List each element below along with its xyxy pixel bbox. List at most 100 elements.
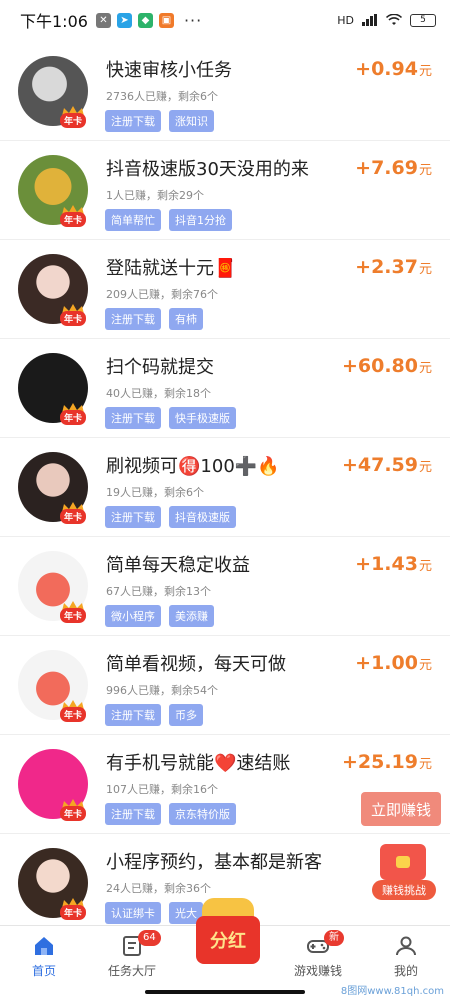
dividend-label: 分红 [196,916,260,964]
task-meta: 67人已赚，剩余13个 [106,585,211,598]
task-meta: 2736人已赚，剩余6个 [106,90,218,103]
annual-card-badge: 年卡 [58,403,88,425]
task-row[interactable]: 年卡 扫个码就提交 40人已赚，剩余18个 注册下载 快手极速版 +60.80元 [0,339,450,438]
task-title: 扫个码就提交 [106,357,214,378]
task-tag: 京东特价版 [169,803,236,825]
task-tags: 微小程序 美添赚 [105,605,214,627]
task-reward: +25.19元 [342,751,432,773]
annual-card-badge: 年卡 [58,601,88,623]
annual-card-badge: 年卡 [58,205,88,227]
reward-amount: +7.69 [355,157,418,179]
tab-games[interactable]: 新 游戏赚钱 [278,930,358,979]
task-tag: 注册下载 [105,110,161,132]
annual-card-badge: 年卡 [58,304,88,326]
badge-label: 年卡 [60,707,86,722]
annual-card-badge: 年卡 [58,898,88,920]
tab-home[interactable]: 首页 [4,934,84,979]
wifi-icon [386,14,402,25]
reward-amount: +2.37 [355,256,418,278]
task-title: 抖音极速版30天没用的来 [106,159,309,180]
status-right: HD 5 [337,13,436,27]
reward-amount: +25.19 [341,751,418,773]
reward-amount: +1.00 [355,652,418,674]
task-reward: +47.59元 [342,454,432,476]
reward-unit: 元 [418,460,432,475]
annual-card-badge: 年卡 [58,502,88,524]
task-reward: +2.37元 [355,256,432,278]
task-tag: 认证绑卡 [105,902,161,924]
task-title: 简单每天稳定收益 [106,555,250,576]
task-title: 快速审核小任务 [106,60,232,81]
tab-mine-label: 我的 [393,964,418,978]
badge-label: 年卡 [60,212,86,227]
earn-now-button[interactable]: 立即赚钱 [361,792,441,826]
home-icon [35,937,53,955]
task-meta: 40人已赚，剩余18个 [106,387,211,400]
task-tag: 注册下载 [105,308,161,330]
reward-amount: +1.43 [355,553,418,575]
task-tags: 简单帮忙 抖音1分抢 [105,209,232,231]
app-icon: ▣ [158,12,174,28]
earn-challenge-button[interactable]: 赚钱挑战 [372,844,436,904]
shield-icon: ◆ [137,12,153,28]
task-row[interactable]: 年卡 抖音极速版30天没用的来 1人已赚，剩余29个简单帮忙 抖音1分抢 +7.69元 [0,141,450,240]
task-meta: 209人已赚，剩余76个 [106,288,218,301]
reward-amount: +60.80 [341,355,418,377]
task-tag: 美添赚 [169,605,214,627]
task-row[interactable]: 年卡 简单看视频，每天可做 996人已赚，剩余54个 注册下载 币多 +1.00元 [0,636,450,735]
task-title: 登陆就送十元🧧 [106,258,237,279]
annual-card-badge: 年卡 [58,106,88,128]
task-meta: 24人已赚，剩余36个 [106,882,211,895]
task-reward: +60.80元 [342,355,432,377]
task-tag: 注册下载 [105,407,161,429]
task-tag: 注册下载 [105,506,161,528]
badge-label: 年卡 [60,410,86,425]
reward-amount: +0.94 [355,58,418,80]
tasks-badge: 64 [138,930,161,946]
reward-unit: 元 [418,658,432,673]
dividend-button[interactable]: 分红 [196,898,260,974]
task-row[interactable]: 年卡 快速审核小任务 2736人已赚，剩余6个注册下载 涨知识 +0.94元 [0,42,450,141]
badge-label: 年卡 [60,113,86,128]
task-reward: +1.43元 [355,553,432,575]
more-notifications-icon: ··· [183,10,203,30]
reward-unit: 元 [418,64,432,79]
task-row[interactable]: 年卡 简单每天稳定收益 67人已赚，剩余13个微小程序 美添赚 +1.43元 [0,537,450,636]
tab-tasks[interactable]: 64 任务大厅 [92,930,172,979]
badge-label: 年卡 [60,806,86,821]
badge-label: 年卡 [60,311,86,326]
task-row[interactable]: 年卡 登陆就送十元🧧 209人已赚，剩余76个注册下载 有柿 +2.37元 [0,240,450,339]
reward-unit: 元 [418,361,432,376]
red-envelope-icon [380,844,426,880]
signal-icon [362,14,377,26]
watermark: 8图网www.81qh.com [340,986,444,997]
reward-unit: 元 [418,163,432,178]
task-tags: 注册下载 有柿 [105,308,203,330]
task-title: 刷视频可🉐100➕🔥 [106,456,280,477]
games-badge: 新 [324,930,344,946]
task-reward: +1.00元 [355,652,432,674]
task-row[interactable]: 年卡 刷视频可🉐100➕🔥 19人已赚，剩余6个注册下载 抖音极速版 +47.59元 [0,438,450,537]
badge-label: 年卡 [60,608,86,623]
task-meta: 1人已赚，剩余29个 [106,189,204,202]
tab-mine[interactable]: 我的 [366,934,446,979]
telegram-icon: ➤ [116,12,132,28]
task-tags: 注册下载 京东特价版 [105,803,236,825]
status-time: 下午1:06 [20,12,88,31]
task-meta: 107人已赚，剩余16个 [106,783,218,796]
task-tag: 涨知识 [169,110,214,132]
task-tags: 注册下载 币多 [105,704,203,726]
tab-tasks-label: 任务大厅 [107,964,156,978]
reward-unit: 元 [418,262,432,277]
mute-icon: ✕ [95,12,111,28]
task-reward: +7.69元 [355,157,432,179]
status-bar: 下午1:06 ✕ ➤ ◆ ▣ ··· HD 5 [0,0,450,40]
task-meta: 19人已赚，剩余6个 [106,486,204,499]
battery-icon: 5 [410,13,436,27]
home-indicator[interactable] [145,990,305,994]
task-tags: 注册下载 抖音极速版 [105,506,236,528]
task-title: 简单看视频，每天可做 [106,654,286,675]
task-tags: 认证绑卡 光大 [105,902,203,924]
task-tag: 注册下载 [105,803,161,825]
task-title: 有手机号就能❤️速结账 [106,753,291,774]
